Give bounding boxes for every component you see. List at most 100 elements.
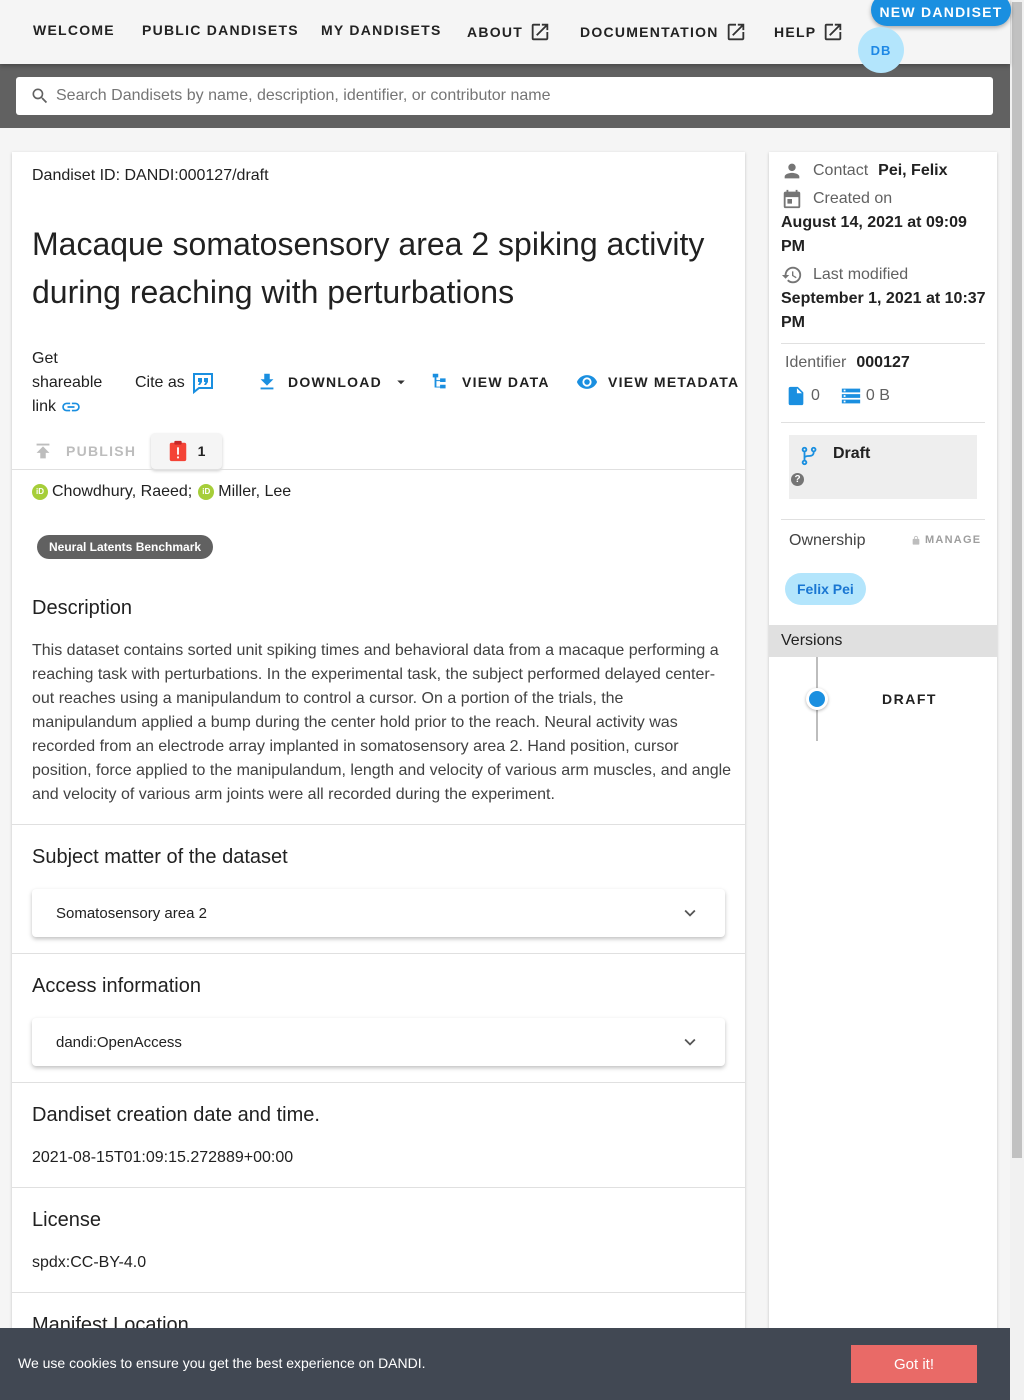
view-data-button[interactable]: VIEW DATA [430, 371, 550, 393]
dandiset-title: Macaque somatosensory area 2 spiking act… [32, 226, 705, 310]
description-heading: Description [32, 597, 133, 619]
license-heading: License [32, 1209, 101, 1231]
nav-welcome-label: WELCOME [33, 22, 115, 38]
view-metadata-label: VIEW METADATA [608, 374, 740, 390]
download-button[interactable]: DOWNLOAD [256, 371, 410, 393]
owner-chip: Felix Pei [785, 573, 866, 605]
subject-expansion-panel[interactable]: Somatosensory area 2 [32, 889, 725, 937]
divider [12, 469, 745, 470]
description-text: This dataset contains sorted unit spikin… [32, 642, 732, 803]
link-icon [62, 402, 81, 412]
version-item-draft[interactable]: DRAFT [882, 691, 937, 707]
file-count: 0 [811, 387, 820, 404]
divider [781, 343, 985, 344]
user-avatar[interactable]: DB [858, 27, 904, 73]
external-link-icon [531, 23, 549, 41]
error-count: 1 [197, 443, 206, 459]
ownership-label: Ownership [789, 532, 866, 549]
download-icon [260, 373, 274, 390]
orcid-icon[interactable]: iD [198, 484, 215, 500]
orcid-icon[interactable]: iD [32, 484, 48, 500]
chevron-down-icon [684, 1038, 696, 1046]
identifier-row: Identifier 000127 [785, 354, 910, 372]
nav-welcome[interactable]: WELCOME [33, 22, 115, 38]
nav-my-dandisets[interactable]: MY DANDISETS [321, 22, 442, 38]
dandiset-sidebar: Contact Pei, Felix Created on August 14,… [769, 152, 997, 1400]
validation-errors-button[interactable]: 1 [151, 433, 222, 469]
version-status-box: Draft ? [789, 435, 977, 499]
dandiset-id: Dandiset ID: DANDI:000127/draft [32, 167, 269, 184]
user-avatar-initials: DB [870, 42, 892, 58]
cite-as-label: Cite as [135, 374, 185, 391]
contributor-name: Miller, Lee [218, 483, 292, 500]
nav-documentation-label: DOCUMENTATION [580, 24, 719, 40]
nav-about[interactable]: ABOUT [467, 21, 551, 43]
action-bar: Get shareable link Cite as DOWNLOAD VIEW… [32, 347, 738, 419]
publish-row: PUBLISH 1 [32, 433, 232, 469]
search-icon [32, 88, 48, 104]
dropdown-arrow-icon [397, 380, 405, 385]
nav-public-dandisets-label: PUBLIC DANDISETS [142, 22, 299, 38]
search-input[interactable] [56, 87, 993, 105]
download-label: DOWNLOAD [288, 374, 382, 390]
timeline-dot [806, 688, 828, 710]
share-link-button[interactable]: Get shareable link [32, 347, 102, 419]
contributor-name: Chowdhury, Raeed; [52, 483, 193, 500]
contact-row: Contact Pei, Felix [781, 160, 948, 182]
nav-help-label: HELP [774, 24, 817, 40]
access-expansion-panel[interactable]: dandi:OpenAccess [32, 1018, 725, 1066]
version-status: Draft [833, 445, 871, 462]
contact-label: Contact [813, 162, 869, 179]
divider [12, 1187, 745, 1188]
subject-heading: Subject matter of the dataset [32, 846, 288, 868]
file-tree-icon [432, 373, 446, 389]
scrollbar-thumb[interactable] [1012, 2, 1022, 1158]
license-value: spdx:CC-BY-4.0 [32, 1254, 147, 1271]
cookie-banner: We use cookies to ensure you get the bes… [0, 1328, 1010, 1400]
chevron-down-icon [684, 909, 696, 917]
quote-bubble-icon [192, 373, 213, 395]
clipboard-alert-icon [169, 440, 186, 462]
contact-value: Pei, Felix [878, 162, 948, 179]
access-value: dandi:OpenAccess [56, 1033, 182, 1051]
help-icon[interactable]: ? [791, 473, 804, 486]
manage-owners-button[interactable]: MANAGE [911, 534, 981, 546]
nav-documentation[interactable]: DOCUMENTATION [580, 21, 747, 43]
divider [12, 953, 745, 954]
manage-label: MANAGE [925, 534, 982, 546]
calendar-icon [783, 189, 801, 209]
view-data-label: VIEW DATA [462, 374, 550, 390]
identifier-label: Identifier [785, 354, 847, 371]
cookie-accept-button[interactable]: Got it! [851, 1345, 977, 1383]
publish-label: PUBLISH [66, 443, 137, 459]
created-label: Created on [813, 190, 893, 207]
person-icon [784, 163, 800, 179]
branch-icon [801, 446, 817, 466]
view-metadata-button[interactable]: VIEW METADATA [576, 371, 739, 393]
contributors-list: iD Chowdhury, Raeed; iD Miller, Lee [32, 483, 291, 501]
cookie-message: We use cookies to ensure you get the bes… [18, 1355, 426, 1371]
nav-my-dandisets-label: MY DANDISETS [321, 22, 442, 38]
cite-as-button[interactable]: Cite as [135, 371, 215, 395]
modified-label: Last modified [813, 266, 909, 283]
lock-icon [912, 535, 920, 545]
dandiset-main-card: Dandiset ID: DANDI:000127/draft Macaque … [12, 152, 745, 1400]
new-dandiset-button[interactable]: NEW DANDISET [871, 0, 1011, 26]
page-scrollbar[interactable] [1010, 0, 1024, 1400]
modified-row: Last modified [781, 264, 908, 286]
nav-public-dandisets[interactable]: PUBLIC DANDISETS [142, 22, 299, 38]
divider [12, 824, 745, 825]
search-field-container [16, 77, 993, 115]
external-link-icon [825, 23, 842, 41]
publish-icon [36, 443, 50, 459]
nav-help[interactable]: HELP [774, 21, 844, 43]
storage-icon [841, 388, 861, 404]
modified-value: September 1, 2021 at 10:37 PM [781, 290, 986, 331]
new-dandiset-label: NEW DANDISET [879, 4, 1003, 20]
subject-value: Somatosensory area 2 [56, 904, 207, 922]
creation-heading: Dandiset creation date and time. [32, 1104, 320, 1126]
divider [781, 519, 985, 520]
publish-button[interactable]: PUBLISH [32, 433, 136, 469]
top-navigation: WELCOME PUBLIC DANDISETS MY DANDISETS AB… [0, 0, 1011, 73]
divider [12, 1292, 745, 1293]
